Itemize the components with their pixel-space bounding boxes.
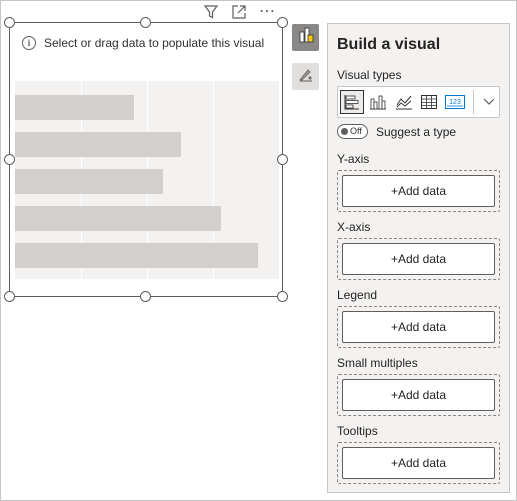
format-visual-button[interactable] <box>292 63 319 90</box>
format-brush-icon <box>297 65 315 88</box>
build-visual-icon <box>297 26 315 49</box>
resize-handle-right[interactable] <box>277 154 288 165</box>
well-label-legend: Legend <box>337 288 378 302</box>
suggest-type-label: Suggest a type <box>376 124 457 139</box>
info-icon: i <box>22 36 36 50</box>
resize-handle-bottom[interactable] <box>140 291 151 302</box>
well-x-axis: +Add data <box>337 238 500 280</box>
well-tooltips: +Add data <box>337 442 500 484</box>
focus-mode-icon[interactable] <box>231 4 247 20</box>
pane-title: Build a visual <box>337 36 441 53</box>
placeholder-bar <box>15 243 258 268</box>
resize-handle-left[interactable] <box>4 154 15 165</box>
build-visual-button[interactable] <box>292 24 319 51</box>
card-icon[interactable]: 123 <box>443 90 467 114</box>
toggle-state-text: Off <box>350 126 362 136</box>
resize-handle-top-right[interactable] <box>277 17 288 28</box>
gallery-divider <box>473 90 475 114</box>
toggle-knob <box>341 128 348 135</box>
card-icon-text: 123 <box>449 99 461 106</box>
add-data-button-legend[interactable]: +Add data <box>342 311 495 343</box>
visual-types-gallery: 123 <box>337 86 500 118</box>
add-data-button-y-axis[interactable]: +Add data <box>342 175 495 207</box>
placeholder-message: i Select or drag data to populate this v… <box>22 36 264 50</box>
placeholder-text: Select or drag data to populate this vis… <box>44 36 265 50</box>
placeholder-bar <box>15 169 163 194</box>
clustered-column-chart-icon[interactable] <box>366 90 390 114</box>
resize-handle-top-left[interactable] <box>4 17 15 28</box>
add-data-button-x-axis[interactable]: +Add data <box>342 243 495 275</box>
resize-handle-bottom-right[interactable] <box>277 291 288 302</box>
table-icon[interactable] <box>417 90 441 114</box>
filter-icon[interactable] <box>203 4 219 20</box>
visual-container[interactable]: i Select or drag data to populate this v… <box>9 22 283 297</box>
visual-header: ⋯ <box>203 3 275 21</box>
well-label-x-axis: X-axis <box>337 220 371 234</box>
chevron-down-icon[interactable] <box>479 90 499 114</box>
well-y-axis: +Add data <box>337 170 500 212</box>
suggest-type-toggle[interactable]: Off <box>337 124 368 139</box>
build-visual-pane: Build a visual Visual types 123 Off Sugg… <box>327 23 510 493</box>
resize-handle-top[interactable] <box>140 17 151 28</box>
more-options-glyph: ⋯ <box>259 3 275 20</box>
suggest-type-row: Off Suggest a type <box>337 124 456 139</box>
well-legend: +Add data <box>337 306 500 348</box>
line-chart-icon[interactable] <box>392 90 416 114</box>
placeholder-bar <box>15 95 134 120</box>
well-label-y-axis: Y-axis <box>337 152 370 166</box>
placeholder-bar <box>15 206 221 231</box>
stacked-bar-chart-icon[interactable] <box>340 90 364 114</box>
visual-types-label: Visual types <box>337 68 402 82</box>
well-label-tooltips: Tooltips <box>337 424 378 438</box>
well-small-multiples: +Add data <box>337 374 500 416</box>
well-label-small-multiples: Small multiples <box>337 356 418 370</box>
more-options-icon[interactable]: ⋯ <box>259 4 275 20</box>
resize-handle-bottom-left[interactable] <box>4 291 15 302</box>
add-data-button-small-multiples[interactable]: +Add data <box>342 379 495 411</box>
add-data-button-tooltips[interactable]: +Add data <box>342 447 495 479</box>
placeholder-bar <box>15 132 181 157</box>
placeholder-chart <box>15 81 279 279</box>
